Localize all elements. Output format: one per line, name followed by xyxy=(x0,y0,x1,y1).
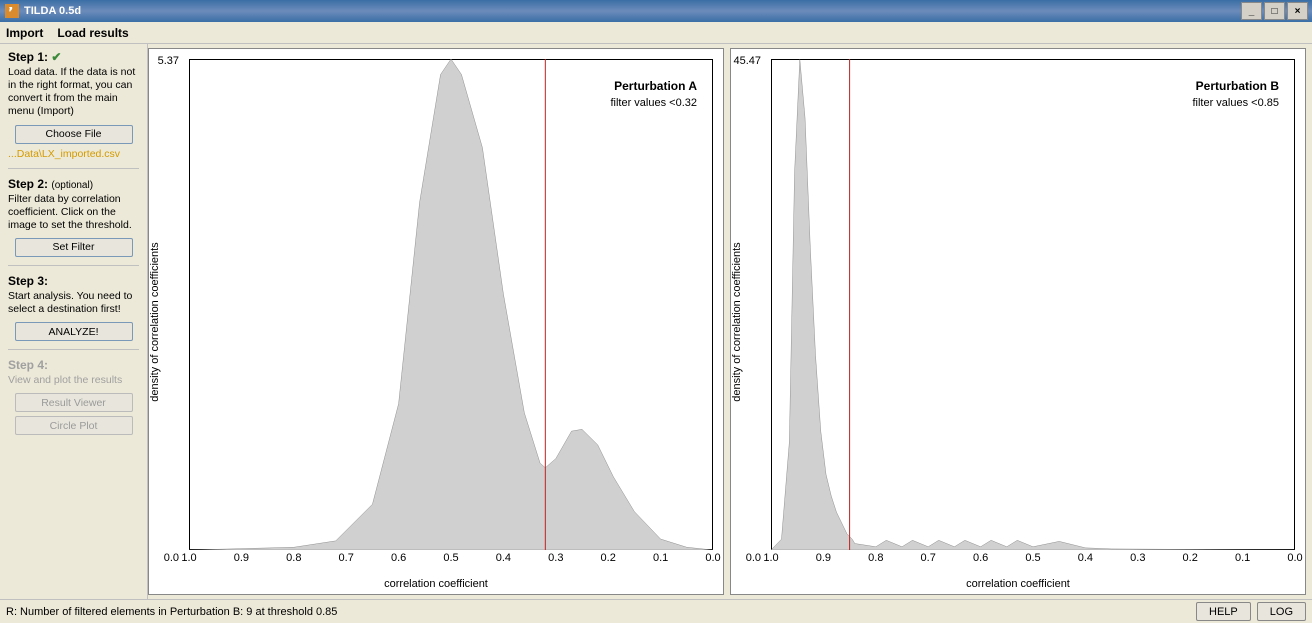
plot-perturbation-b[interactable]: density of correlation coefficients 45.4… xyxy=(730,48,1306,595)
result-viewer-button: Result Viewer xyxy=(15,393,133,412)
density-curve-a xyxy=(189,59,713,550)
xtick: 0.6 xyxy=(973,552,988,564)
analyze-button[interactable]: ANALYZE! xyxy=(15,322,133,341)
step3-title: Step 3: xyxy=(8,274,139,288)
xtick: 0.8 xyxy=(868,552,883,564)
x-axis-label: correlation coefficient xyxy=(731,578,1305,590)
xtick: 0.8 xyxy=(286,552,301,564)
check-icon: ✔ xyxy=(51,50,61,64)
chart-title-b: Perturbation B xyxy=(1196,79,1279,93)
xtick: 0.0 xyxy=(705,552,720,564)
x-ticks: 1.00.90.80.70.60.50.40.30.20.10.0 xyxy=(771,552,1295,566)
statusbar: R: Number of filtered elements in Pertur… xyxy=(0,599,1312,623)
chart-filter-b: filter values <0.85 xyxy=(1192,97,1279,109)
step2-title: Step 2: xyxy=(8,177,48,191)
xtick: 0.7 xyxy=(339,552,354,564)
choose-file-button[interactable]: Choose File xyxy=(15,125,133,144)
step1-title: Step 1: xyxy=(8,50,48,64)
chart-title-a: Perturbation A xyxy=(614,79,697,93)
step1-desc: Load data. If the data is not in the rig… xyxy=(8,66,139,119)
step2-desc: Filter data by correlation coefficient. … xyxy=(8,193,139,232)
menubar: Import Load results xyxy=(0,22,1312,44)
xtick: 0.9 xyxy=(816,552,831,564)
step3-desc: Start analysis. You need to select a des… xyxy=(8,290,139,316)
loaded-file-label: ...Data\LX_imported.csv xyxy=(8,148,139,160)
ytick-max: 5.37 xyxy=(158,55,179,67)
menu-load-results[interactable]: Load results xyxy=(57,26,128,40)
step-1: Step 1: ✔ Load data. If the data is not … xyxy=(8,50,139,160)
window-title: TILDA 0.5d xyxy=(24,5,81,17)
window-titlebar: TILDA 0.5d _ □ × xyxy=(0,0,1312,22)
minimize-button[interactable]: _ xyxy=(1241,2,1262,20)
xtick: 0.4 xyxy=(1078,552,1093,564)
xtick: 0.5 xyxy=(443,552,458,564)
circle-plot-button: Circle Plot xyxy=(15,416,133,435)
x-ticks: 1.00.90.80.70.60.50.40.30.20.10.0 xyxy=(189,552,713,566)
separator xyxy=(8,349,139,350)
close-button[interactable]: × xyxy=(1287,2,1308,20)
java-icon xyxy=(4,3,20,19)
step2-optional: (optional) xyxy=(51,180,93,191)
x-axis-label: correlation coefficient xyxy=(149,578,723,590)
xtick: 0.7 xyxy=(921,552,936,564)
maximize-button[interactable]: □ xyxy=(1264,2,1285,20)
ytick-min: 0.0 xyxy=(164,552,179,564)
sidebar: Step 1: ✔ Load data. If the data is not … xyxy=(0,44,148,599)
ytick-min: 0.0 xyxy=(746,552,761,564)
xtick: 0.0 xyxy=(1287,552,1302,564)
xtick: 1.0 xyxy=(181,552,196,564)
ytick-max: 45.47 xyxy=(733,55,761,67)
step-3: Step 3: Start analysis. You need to sele… xyxy=(8,274,139,341)
xtick: 0.1 xyxy=(653,552,668,564)
xtick: 0.6 xyxy=(391,552,406,564)
menu-import[interactable]: Import xyxy=(6,26,43,40)
xtick: 0.4 xyxy=(496,552,511,564)
separator xyxy=(8,168,139,169)
status-text: R: Number of filtered elements in Pertur… xyxy=(6,606,337,618)
step4-title: Step 4: xyxy=(8,358,139,372)
xtick: 0.2 xyxy=(1183,552,1198,564)
separator xyxy=(8,265,139,266)
xtick: 0.5 xyxy=(1025,552,1040,564)
xtick: 0.3 xyxy=(1130,552,1145,564)
density-curve-b xyxy=(771,59,1295,550)
help-button[interactable]: HELP xyxy=(1196,602,1251,621)
xtick: 1.0 xyxy=(763,552,778,564)
step-4: Step 4: View and plot the results Result… xyxy=(8,358,139,435)
xtick: 0.9 xyxy=(234,552,249,564)
xtick: 0.3 xyxy=(548,552,563,564)
set-filter-button[interactable]: Set Filter xyxy=(15,238,133,257)
xtick: 0.1 xyxy=(1235,552,1250,564)
step-2: Step 2: (optional) Filter data by correl… xyxy=(8,177,139,257)
step4-desc: View and plot the results xyxy=(8,374,139,387)
y-axis-label: density of correlation coefficients xyxy=(731,242,743,401)
y-axis-label: density of correlation coefficients xyxy=(149,242,161,401)
xtick: 0.2 xyxy=(601,552,616,564)
plot-perturbation-a[interactable]: density of correlation coefficients 5.37… xyxy=(148,48,724,595)
log-button[interactable]: LOG xyxy=(1257,602,1306,621)
chart-filter-a: filter values <0.32 xyxy=(610,97,697,109)
